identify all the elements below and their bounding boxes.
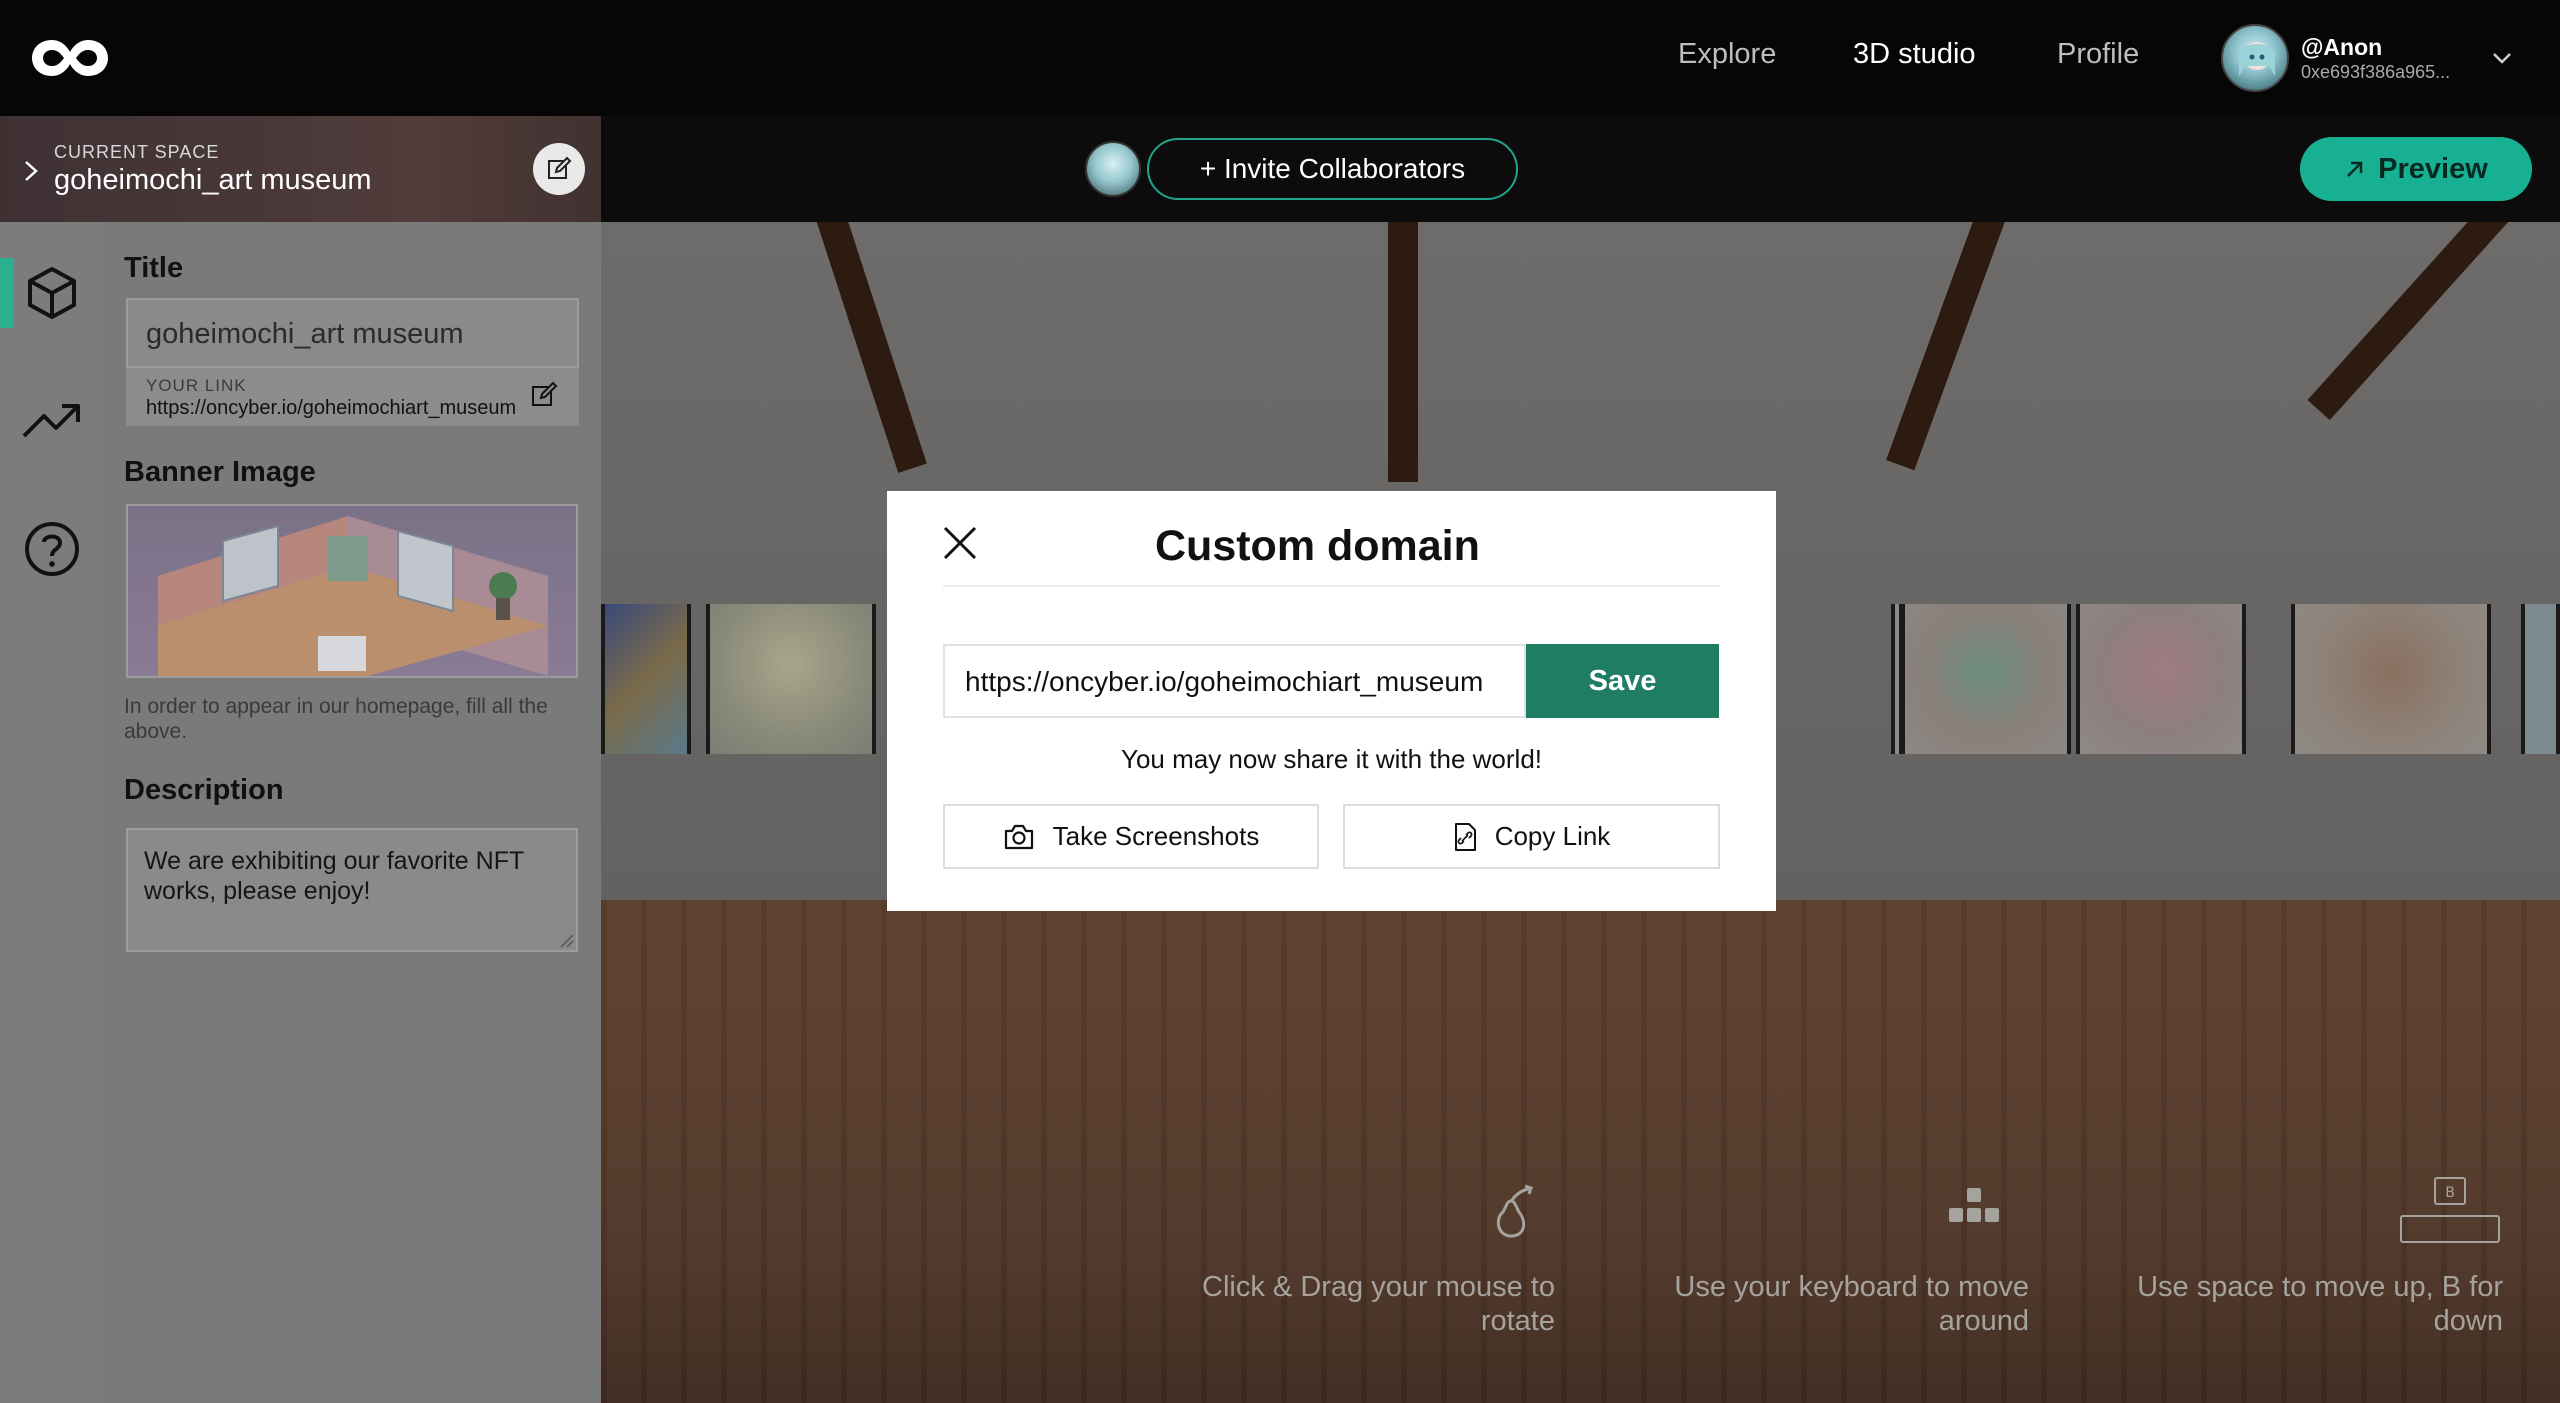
active-rail-indicator	[0, 258, 14, 328]
close-icon[interactable]	[940, 523, 980, 563]
cube-icon[interactable]	[22, 263, 82, 323]
current-space-label: CURRENT SPACE	[54, 142, 220, 162]
chevron-right-icon[interactable]	[20, 160, 42, 182]
gallery-artwork[interactable]	[2291, 604, 2491, 754]
camera-icon	[1004, 824, 1033, 849]
take-screenshots-button[interactable]: Take Screenshots	[943, 804, 1319, 869]
collaborator-avatar[interactable]	[1085, 141, 1141, 197]
your-link-label: YOUR LINK	[146, 376, 247, 395]
top-navigation	[0, 0, 2560, 116]
modal-title: Custom domain	[1155, 522, 1480, 570]
nav-3d-studio[interactable]: 3D studio	[1853, 38, 1976, 71]
link-document-icon	[1454, 822, 1476, 851]
banner-room-illustration	[158, 516, 548, 676]
edit-link-icon[interactable]	[530, 381, 558, 409]
space-b-keys-icon: B	[2400, 1177, 2500, 1243]
help-circle-icon[interactable]	[22, 519, 82, 579]
resize-handle-icon[interactable]	[558, 932, 574, 948]
preview-button[interactable]: Preview	[2300, 137, 2532, 201]
b-key-letter: B	[2445, 1185, 2455, 1201]
gallery-artwork[interactable]	[2076, 604, 2246, 754]
gallery-artwork[interactable]	[601, 604, 691, 754]
ceiling-beam	[1388, 222, 1418, 482]
description-textarea[interactable]: We are exhibiting our favorite NFT works…	[126, 828, 578, 952]
banner-image[interactable]	[126, 504, 578, 678]
invite-collaborators-button[interactable]: + Invite Collaborators	[1147, 138, 1518, 200]
your-link-url[interactable]: https://oncyber.io/goheimochiart_museum	[146, 397, 534, 420]
nav-explore[interactable]: Explore	[1678, 38, 1776, 71]
oncyber-logo-icon[interactable]	[28, 34, 112, 82]
banner-image-heading: Banner Image	[124, 456, 316, 488]
edit-space-button[interactable]	[533, 143, 585, 195]
preview-label: Preview	[2378, 152, 2488, 185]
modal-divider	[943, 585, 1720, 587]
mouse-drag-icon	[1496, 1184, 1533, 1238]
user-address: 0xe693f386a965...	[2301, 62, 2451, 82]
save-button[interactable]: Save	[1526, 644, 1719, 718]
edit-icon	[548, 156, 572, 179]
nav-profile[interactable]: Profile	[2057, 38, 2139, 71]
gallery-artwork[interactable]	[1901, 604, 2071, 754]
banner-hint: In order to appear in our homepage, fill…	[124, 695, 548, 743]
take-screenshots-label: Take Screenshots	[1052, 821, 1260, 851]
description-heading: Description	[124, 774, 284, 806]
gallery-artwork[interactable]	[706, 604, 876, 754]
copy-link-button[interactable]: Copy Link	[1343, 804, 1720, 869]
gallery-artwork[interactable]	[2521, 604, 2560, 754]
keyboard-instruction: Use your keyboard to move around	[1674, 1271, 2029, 1337]
mouse-instruction: Click & Drag your mouse to rotate	[1202, 1271, 1555, 1337]
current-space-name[interactable]: goheimochi_art museum	[54, 164, 372, 197]
share-message: You may now share it with the world!	[1120, 744, 1543, 774]
title-heading: Title	[124, 252, 184, 284]
custom-domain-input[interactable]: https://oncyber.io/goheimochiart_museum	[943, 644, 1526, 718]
arrow-up-right-icon	[2347, 161, 2363, 177]
copy-link-label: Copy Link	[1494, 821, 1611, 851]
user-avatar[interactable]	[2221, 24, 2289, 92]
space-instruction: Use space to move up, B for down	[2137, 1271, 2503, 1337]
keyboard-arrows-icon	[1949, 1188, 1999, 1222]
title-input[interactable]: goheimochi_art museum	[126, 298, 579, 368]
chevron-down-icon[interactable]	[2490, 46, 2514, 70]
user-name[interactable]: @Anon	[2301, 34, 2382, 61]
trending-up-icon[interactable]	[22, 392, 82, 452]
